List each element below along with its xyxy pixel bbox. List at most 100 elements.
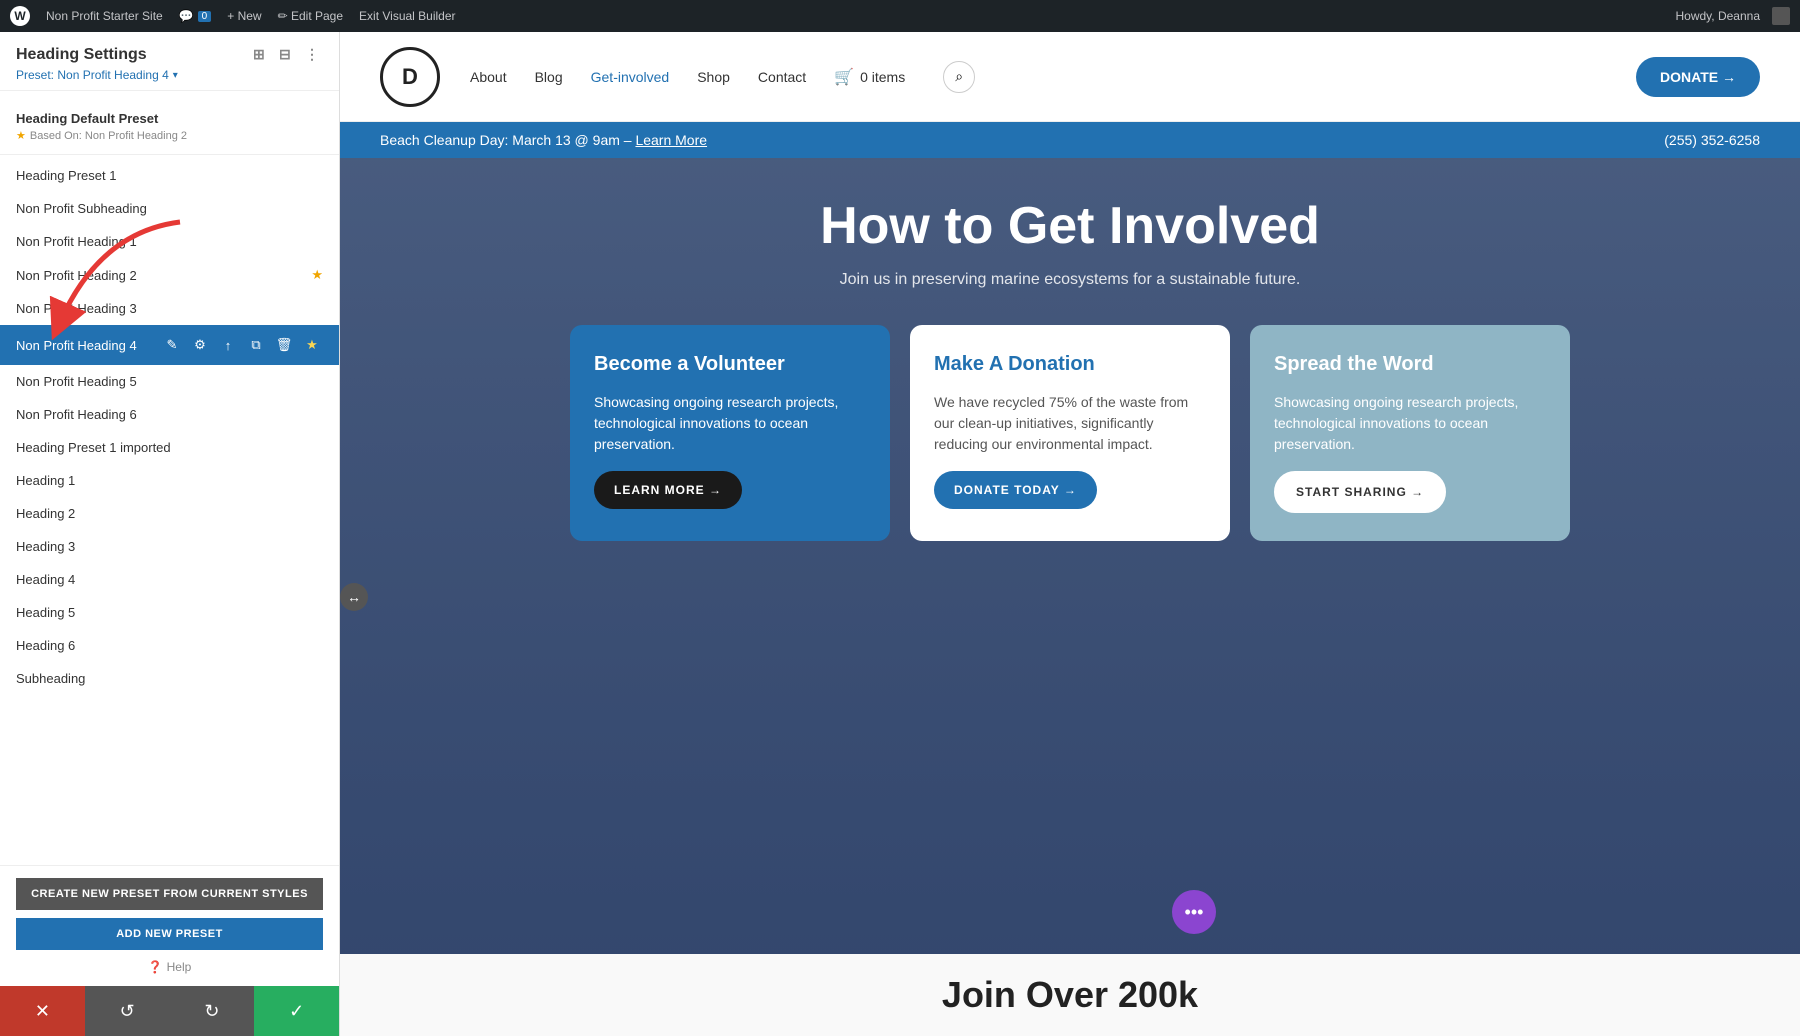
preset-item-label: Non Profit Subheading <box>16 201 323 216</box>
preset-item-label: Heading Preset 1 <box>16 168 323 183</box>
preset-item-label: Heading 6 <box>16 638 323 653</box>
donation-card: Make A Donation We have recycled 75% of … <box>910 325 1230 541</box>
list-item[interactable]: Heading Preset 1 <box>0 159 339 192</box>
preset-item-label: Heading Preset 1 imported <box>16 440 323 455</box>
preset-item-label: Heading 4 <box>16 572 323 587</box>
donate-nav-label: DONATE → <box>1660 69 1736 85</box>
announcement-bar: Beach Cleanup Day: March 13 @ 9am – Lear… <box>340 122 1800 158</box>
expand-icon[interactable]: ⊞ <box>253 46 271 64</box>
volunteer-card-title: Become a Volunteer <box>594 353 866 376</box>
create-preset-button[interactable]: CREATE NEW PRESET FROM CURRENT STYLES <box>16 878 323 910</box>
preset-default-sub: ★ Based On: Non Profit Heading 2 <box>16 129 323 142</box>
nav-item-about[interactable]: About <box>470 69 507 85</box>
save-button[interactable]: ✓ <box>254 986 339 1036</box>
list-item[interactable]: Heading 1 <box>0 464 339 497</box>
sharing-card-title: Spread the Word <box>1274 353 1546 376</box>
admin-avatar <box>1772 7 1790 25</box>
star-active-icon[interactable]: ★ <box>301 334 323 356</box>
list-item[interactable]: Heading Preset 1 imported <box>0 431 339 464</box>
comment-icon: 💬 <box>179 9 194 23</box>
preset-item-label: Heading 1 <box>16 473 323 488</box>
list-item[interactable]: Non Profit Heading 6 <box>0 398 339 431</box>
pencil-icon[interactable]: ✎ <box>161 334 183 356</box>
panel-title-icons: ⊞ ⊟ ⋮ <box>253 46 323 64</box>
admin-bar-site-name[interactable]: Non Profit Starter Site <box>46 9 163 23</box>
nav-item-blog[interactable]: Blog <box>535 69 563 85</box>
panel-subtitle-arrow: ▾ <box>173 70 178 81</box>
admin-bar-comments[interactable]: 💬 0 <box>179 9 212 23</box>
cards-row: Become a Volunteer Showcasing ongoing re… <box>380 325 1760 541</box>
star-icon: ★ <box>311 267 323 283</box>
admin-bar-edit-page[interactable]: ✏ Edit Page <box>278 9 343 23</box>
cart-count: 0 items <box>860 69 905 85</box>
redo-button[interactable]: ↻ <box>170 986 255 1036</box>
preset-default-item[interactable]: Heading Default Preset ★ Based On: Non P… <box>0 99 339 150</box>
list-item[interactable]: Heading 3 <box>0 530 339 563</box>
export-icon[interactable]: ↑ <box>217 334 239 356</box>
settings-icon[interactable]: ⚙ <box>189 334 211 356</box>
more-options-icon[interactable]: ⋮ <box>305 46 323 64</box>
cancel-icon: ✕ <box>35 1001 50 1022</box>
duplicate-icon[interactable]: ⧉ <box>245 334 267 356</box>
list-item[interactable]: Heading 4 <box>0 563 339 596</box>
cart-icon: 🛒 <box>834 67 854 87</box>
active-preset-tools: ✎ ⚙ ↑ ⧉ 🗑 ★ <box>161 334 323 356</box>
hero-subtitle: Join us in preserving marine ecosystems … <box>380 271 1760 289</box>
learn-more-button[interactable]: LEARN MORE → <box>594 471 742 509</box>
panel-subtitle[interactable]: Preset: Non Profit Heading 4 ▾ <box>16 68 323 82</box>
list-item[interactable]: Non Profit Heading 1 <box>0 225 339 258</box>
preset-item-label: Non Profit Heading 3 <box>16 301 323 316</box>
preset-list: Heading Default Preset ★ Based On: Non P… <box>0 91 339 865</box>
preset-item-label: Heading 2 <box>16 506 323 521</box>
separator <box>0 154 339 155</box>
admin-bar-right: Howdy, Deanna <box>1676 7 1791 25</box>
purple-options-button[interactable]: ••• <box>1172 890 1216 934</box>
main-wrapper: Heading Settings ⊞ ⊟ ⋮ Preset: Non Profi… <box>0 32 1800 1036</box>
left-panel: Heading Settings ⊞ ⊟ ⋮ Preset: Non Profi… <box>0 32 340 1036</box>
preset-item-label: Non Profit Heading 5 <box>16 374 323 389</box>
announcement-link[interactable]: Learn More <box>635 132 707 148</box>
list-item-active[interactable]: Non Profit Heading 4 ✎ ⚙ ↑ ⧉ 🗑 ★ <box>0 325 339 365</box>
wp-logo[interactable]: W <box>10 6 30 26</box>
list-item[interactable]: Heading 2 <box>0 497 339 530</box>
donation-card-title: Make A Donation <box>934 353 1206 376</box>
undo-button[interactable]: ↺ <box>85 986 170 1036</box>
search-button[interactable]: ⌕ <box>943 61 975 93</box>
resize-handle[interactable]: ↔ <box>340 583 368 611</box>
cancel-button[interactable]: ✕ <box>0 986 85 1036</box>
site-menu: About Blog Get-involved Shop Contact 🛒 0… <box>470 61 1616 93</box>
delete-icon[interactable]: 🗑 <box>273 334 295 356</box>
cart-item[interactable]: 🛒 0 items <box>834 67 905 87</box>
nav-item-contact[interactable]: Contact <box>758 69 806 85</box>
panel-title-text: Heading Settings <box>16 46 147 64</box>
list-item[interactable]: Non Profit Subheading <box>0 192 339 225</box>
undo-icon: ↺ <box>120 1001 135 1022</box>
list-item[interactable]: Non Profit Heading 5 <box>0 365 339 398</box>
help-link[interactable]: ❓ Help <box>16 960 323 974</box>
star-icon: ★ <box>16 129 26 142</box>
howdy-text: Howdy, Deanna <box>1676 9 1761 23</box>
nav-item-shop[interactable]: Shop <box>697 69 730 85</box>
columns-icon[interactable]: ⊟ <box>279 46 297 64</box>
list-item[interactable]: Non Profit Heading 2 ★ <box>0 258 339 292</box>
logo-letter: D <box>402 64 418 90</box>
start-sharing-button[interactable]: START SHARING → <box>1274 471 1446 513</box>
panel-header: Heading Settings ⊞ ⊟ ⋮ Preset: Non Profi… <box>0 32 339 91</box>
list-item[interactable]: Heading 6 <box>0 629 339 662</box>
comment-count: 0 <box>198 11 212 22</box>
volunteer-card-text: Showcasing ongoing research projects, te… <box>594 392 866 455</box>
join-title: Join Over 200k <box>942 974 1198 1016</box>
add-preset-button[interactable]: ADD NEW PRESET <box>16 918 323 950</box>
admin-bar-exit-builder[interactable]: Exit Visual Builder <box>359 9 456 23</box>
list-item[interactable]: Heading 5 <box>0 596 339 629</box>
panel-title-row: Heading Settings ⊞ ⊟ ⋮ <box>16 46 323 64</box>
list-item[interactable]: Subheading <box>0 662 339 695</box>
hero-title: How to Get Involved <box>380 198 1760 255</box>
announcement-text: Beach Cleanup Day: March 13 @ 9am – Lear… <box>380 132 707 148</box>
donation-card-text: We have recycled 75% of the waste from o… <box>934 392 1206 455</box>
donate-today-button[interactable]: DONATE TODAY → <box>934 471 1097 509</box>
nav-item-get-involved[interactable]: Get-involved <box>591 69 670 85</box>
admin-bar-new[interactable]: + New <box>227 9 261 23</box>
list-item[interactable]: Non Profit Heading 3 <box>0 292 339 325</box>
donate-nav-button[interactable]: DONATE → <box>1636 57 1760 97</box>
